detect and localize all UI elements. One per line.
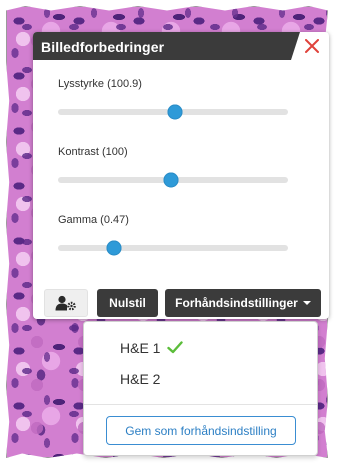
brightness-slider-group: Lysstyrke (100.9) xyxy=(58,78,288,120)
menu-divider xyxy=(84,404,317,405)
user-settings-icon xyxy=(55,295,76,311)
preset-item-label: H&E 2 xyxy=(120,371,161,387)
brightness-label: Lysstyrke (100.9) xyxy=(58,78,142,90)
preset-item-he1[interactable]: H&E 1 xyxy=(120,340,160,356)
gamma-slider-thumb[interactable] xyxy=(106,240,122,256)
caret-down-icon xyxy=(302,301,311,305)
preset-item-label: H&E 1 xyxy=(120,340,161,356)
brightness-slider-thumb[interactable] xyxy=(167,104,183,120)
panel-toolbar: Nulstil Forhåndsindstillinger xyxy=(41,289,321,319)
panel-header: Billedforbedringer xyxy=(33,32,300,60)
gamma-slider-track[interactable] xyxy=(58,240,288,256)
reset-button[interactable]: Nulstil xyxy=(97,289,158,317)
contrast-slider-thumb[interactable] xyxy=(163,172,179,188)
preset-item-he2[interactable]: H&E 2 xyxy=(120,371,160,387)
presets-dropdown-button[interactable]: Forhåndsindstillinger xyxy=(165,289,321,317)
contrast-label: Kontrast (100) xyxy=(58,146,128,158)
close-button[interactable] xyxy=(294,32,329,60)
gamma-slider-group: Gamma (0.47) xyxy=(58,214,288,256)
contrast-slider-track[interactable] xyxy=(58,172,288,188)
presets-menu: H&E 1 H&E 2 Gem som forhåndsindstilling xyxy=(83,321,318,456)
contrast-slider-group: Kontrast (100) xyxy=(58,146,288,188)
gamma-label: Gamma (0.47) xyxy=(58,214,129,226)
user-settings-button[interactable] xyxy=(44,289,88,317)
close-icon xyxy=(304,39,319,53)
check-icon xyxy=(167,341,183,354)
presets-dropdown-label: Forhåndsindstillinger xyxy=(175,296,298,310)
brightness-slider-track[interactable] xyxy=(58,104,288,120)
image-enhancements-panel: Billedforbedringer Lysstyrke (100.9) Kon… xyxy=(33,32,329,319)
save-as-preset-button[interactable]: Gem som forhåndsindstilling xyxy=(106,416,296,445)
panel-title: Billedforbedringer xyxy=(41,39,165,55)
